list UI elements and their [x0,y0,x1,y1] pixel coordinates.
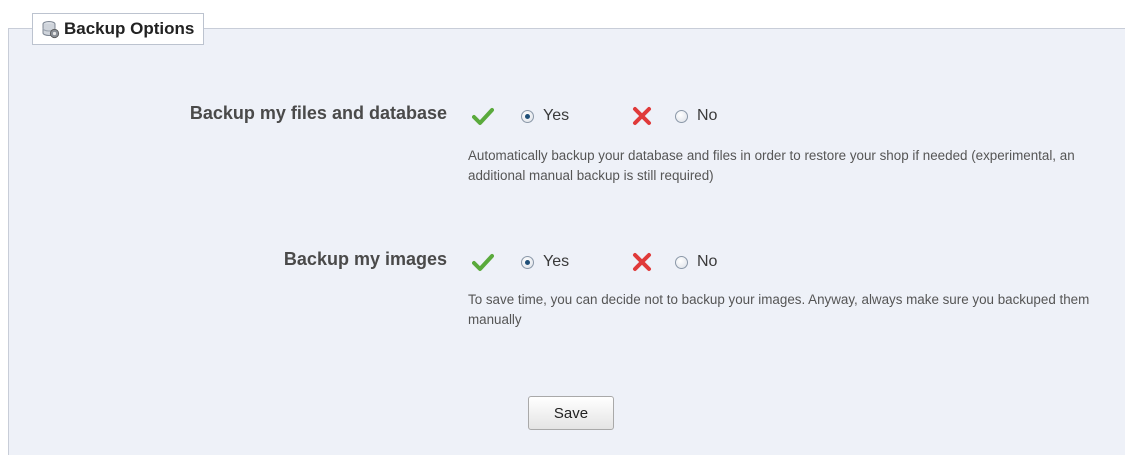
backup-files-yes-option[interactable]: Yes [472,106,569,126]
backup-images-help-text: To save time, you can decide not to back… [468,292,1090,327]
backup-images-no-label: No [697,253,718,270]
backup-files-help-text: Automatically backup your database and f… [468,148,1075,183]
cross-icon [631,106,653,126]
backup-files-label: Backup my files and database [189,103,447,123]
database-gear-icon [41,20,60,39]
save-button[interactable]: Save [528,396,614,430]
backup-images-yes-label: Yes [543,253,570,270]
backup-images-no-radio[interactable] [675,255,688,269]
backup-files-no-radio[interactable] [675,109,688,123]
check-icon [472,106,494,126]
backup-images-yes-radio[interactable] [521,255,534,269]
cross-icon [631,252,653,272]
backup-files-no-label: No [697,107,718,124]
backup-files-yes-label: Yes [543,107,570,124]
backup-files-yes-radio[interactable] [521,109,534,123]
backup-images-no-option[interactable]: No [631,252,717,272]
backup-images-yes-option[interactable]: Yes [472,252,569,272]
backup-images-label: Backup my images [283,249,447,269]
section-legend: Backup Options [32,13,205,45]
check-icon [472,252,494,272]
backup-options-panel [8,28,1125,455]
backup-files-no-option[interactable]: No [631,106,717,126]
section-title: Backup Options [64,19,195,38]
